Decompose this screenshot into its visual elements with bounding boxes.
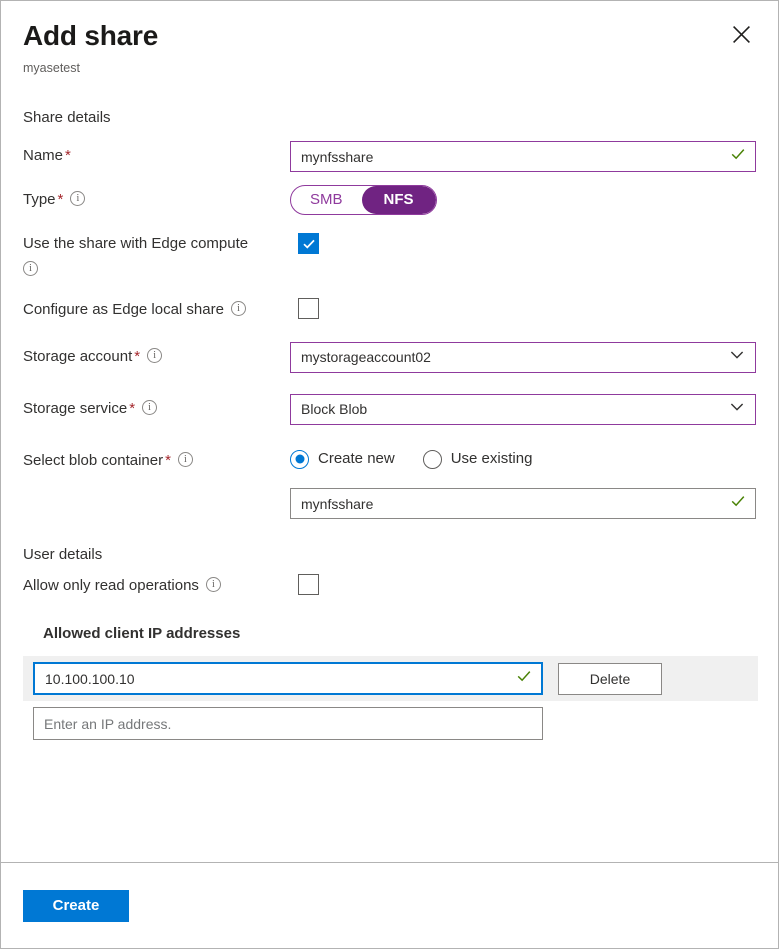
control-edge-local xyxy=(298,298,319,319)
storage-account-value: mystorageaccount02 xyxy=(291,343,729,372)
field-row-edge-local: Configure as Edge local share xyxy=(23,298,756,320)
label-edge-local-text: Configure as Edge local share xyxy=(23,301,224,318)
label-storage-service: Storage service* xyxy=(23,394,290,419)
label-name: Name* xyxy=(23,141,290,166)
edge-compute-checkbox[interactable] xyxy=(298,233,319,254)
type-toggle[interactable]: SMB NFS xyxy=(290,185,437,215)
close-icon xyxy=(732,25,751,44)
chevron-down-icon xyxy=(729,399,745,420)
radio-dot-icon xyxy=(423,450,442,469)
read-only-checkbox[interactable] xyxy=(298,574,319,595)
type-option-nfs[interactable]: NFS xyxy=(362,186,436,214)
label-name-text: Name xyxy=(23,147,63,164)
page-title: Add share xyxy=(23,19,754,53)
required-asterisk: * xyxy=(58,191,64,208)
section-user-details: User details xyxy=(23,545,756,565)
label-type: Type* xyxy=(23,185,290,210)
info-icon[interactable] xyxy=(147,348,162,363)
required-asterisk: * xyxy=(65,147,71,164)
info-icon[interactable] xyxy=(178,452,193,467)
delete-ip-button[interactable]: Delete xyxy=(558,663,662,695)
type-option-smb[interactable]: SMB xyxy=(291,186,362,214)
panel-subtitle: myasetest xyxy=(23,60,754,76)
storage-service-value: Block Blob xyxy=(291,395,729,424)
edge-local-checkbox[interactable] xyxy=(298,298,319,319)
control-edge-compute xyxy=(298,233,319,254)
ip-field-wrap xyxy=(33,662,543,695)
checkmark-icon xyxy=(730,493,746,514)
label-blob-container-text: Select blob container xyxy=(23,452,163,469)
name-input-wrap[interactable] xyxy=(290,141,756,172)
required-asterisk: * xyxy=(165,452,171,469)
panel-body: Share details Name* Type* xyxy=(1,76,778,862)
panel-header: Add share myasetest xyxy=(1,1,778,76)
radio-create-new-label: Create new xyxy=(318,449,395,469)
ip-input-new[interactable] xyxy=(34,708,542,739)
panel-footer: Create xyxy=(1,862,778,948)
checkmark-icon xyxy=(516,668,532,689)
control-storage-service: Block Blob xyxy=(290,394,756,425)
field-row-name: Name* xyxy=(23,141,756,172)
radio-use-existing-label: Use existing xyxy=(451,449,533,469)
label-edge-compute: Use the share with Edge compute xyxy=(23,233,298,276)
control-container-name xyxy=(290,488,756,519)
field-row-container-name xyxy=(23,488,756,519)
ip-address-list: Delete xyxy=(23,656,756,746)
required-asterisk: * xyxy=(129,400,135,417)
create-button[interactable]: Create xyxy=(23,890,129,922)
label-read-only-text: Allow only read operations xyxy=(23,577,199,594)
ip-input-wrap[interactable] xyxy=(33,707,543,740)
close-button[interactable] xyxy=(724,17,758,51)
label-storage-account-text: Storage account xyxy=(23,348,132,365)
field-row-storage-account: Storage account* mystorageaccount02 xyxy=(23,342,756,373)
field-row-type: Type* SMB NFS xyxy=(23,185,756,215)
radio-dot-icon xyxy=(290,450,309,469)
ip-field-wrap xyxy=(33,707,543,740)
info-icon[interactable] xyxy=(70,191,85,206)
info-icon[interactable] xyxy=(142,400,157,415)
ip-row xyxy=(23,701,758,746)
checkmark-icon xyxy=(730,146,746,167)
field-row-storage-service: Storage service* Block Blob xyxy=(23,394,756,425)
name-input[interactable] xyxy=(291,142,730,171)
container-name-input[interactable] xyxy=(291,489,730,518)
radio-create-new[interactable]: Create new xyxy=(290,449,395,469)
ip-input[interactable] xyxy=(35,664,516,693)
checkmark-icon xyxy=(302,237,316,251)
label-edge-local: Configure as Edge local share xyxy=(23,298,298,320)
storage-account-dropdown[interactable]: mystorageaccount02 xyxy=(290,342,756,373)
ip-input-wrap[interactable] xyxy=(33,662,543,695)
label-blob-container: Select blob container* xyxy=(23,446,290,471)
blob-container-radio-group: Create new Use existing xyxy=(290,446,756,469)
label-read-only: Allow only read operations xyxy=(23,574,298,596)
radio-use-existing[interactable]: Use existing xyxy=(423,449,533,469)
info-icon[interactable] xyxy=(23,261,38,276)
info-icon[interactable] xyxy=(231,301,246,316)
control-type: SMB NFS xyxy=(290,185,756,215)
section-share-details: Share details xyxy=(23,108,756,128)
ip-row: Delete xyxy=(23,656,758,701)
info-icon[interactable] xyxy=(206,577,221,592)
label-storage-account: Storage account* xyxy=(23,342,290,367)
container-name-input-wrap[interactable] xyxy=(290,488,756,519)
control-blob-container: Create new Use existing xyxy=(290,446,756,469)
field-row-read-only: Allow only read operations xyxy=(23,574,756,596)
field-row-blob-container: Select blob container* Create new Use ex… xyxy=(23,446,756,471)
add-share-panel: Add share myasetest Share details Name* xyxy=(0,0,779,949)
control-name xyxy=(290,141,756,172)
ip-section-heading: Allowed client IP addresses xyxy=(43,624,756,644)
field-row-edge-compute: Use the share with Edge compute xyxy=(23,233,756,276)
required-asterisk: * xyxy=(134,348,140,365)
control-storage-account: mystorageaccount02 xyxy=(290,342,756,373)
label-type-text: Type xyxy=(23,191,56,208)
label-container-name-spacer xyxy=(23,488,290,493)
label-edge-compute-text: Use the share with Edge compute xyxy=(23,235,248,252)
control-read-only xyxy=(298,574,319,595)
storage-service-dropdown[interactable]: Block Blob xyxy=(290,394,756,425)
chevron-down-icon xyxy=(729,347,745,368)
label-storage-service-text: Storage service xyxy=(23,400,127,417)
